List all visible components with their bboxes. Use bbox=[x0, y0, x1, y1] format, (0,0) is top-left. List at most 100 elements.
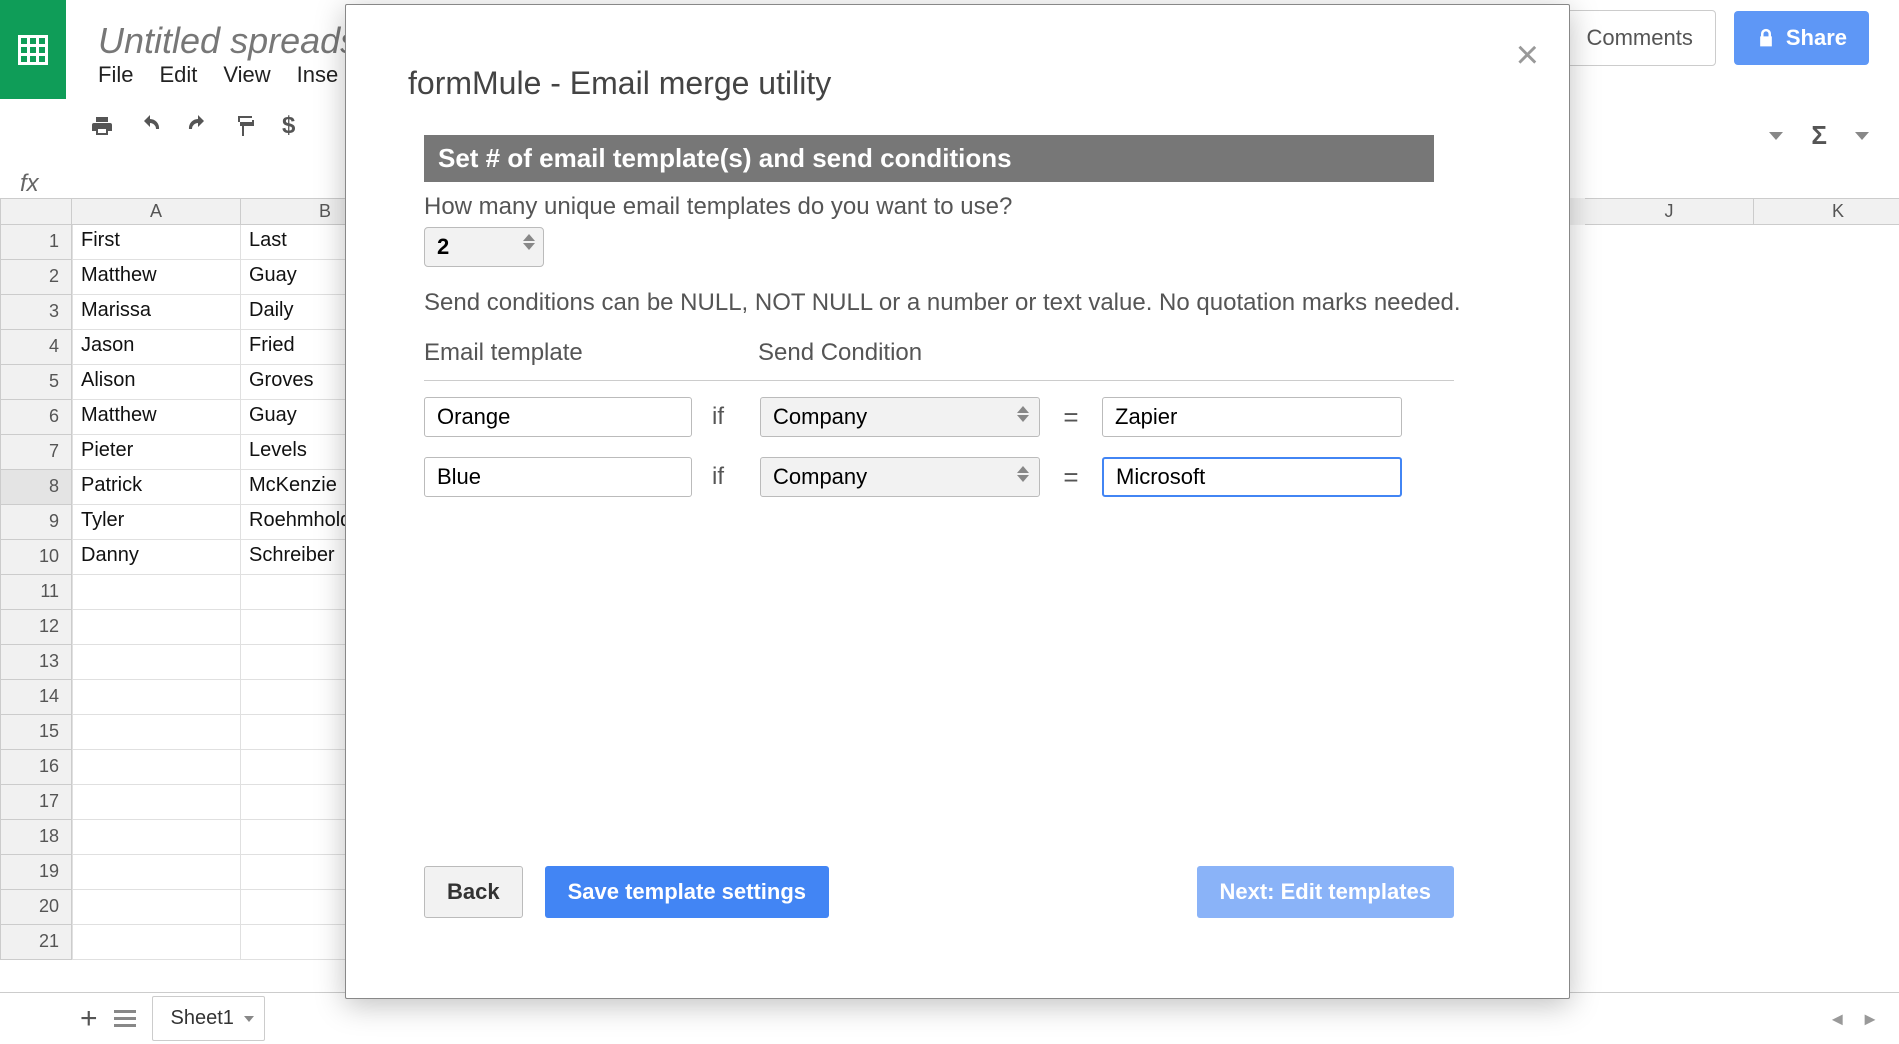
sheet-tab-1[interactable]: Sheet1 bbox=[152, 996, 265, 1041]
cell[interactable] bbox=[72, 855, 241, 890]
row-header[interactable]: 3 bbox=[0, 295, 72, 330]
row-header[interactable]: 15 bbox=[0, 715, 72, 750]
equals-label-2: = bbox=[1060, 462, 1082, 493]
stepper-arrows-icon[interactable] bbox=[523, 234, 535, 250]
dialog-footer: Back Save template settings Next: Edit t… bbox=[424, 866, 1454, 918]
lock-icon bbox=[1756, 27, 1776, 49]
menu-file[interactable]: File bbox=[98, 62, 133, 88]
row-header[interactable]: 18 bbox=[0, 820, 72, 855]
cell[interactable] bbox=[72, 575, 241, 610]
next-edit-templates-button[interactable]: Next: Edit templates bbox=[1197, 866, 1455, 918]
template-count-value: 2 bbox=[437, 234, 449, 260]
row-header[interactable]: 7 bbox=[0, 435, 72, 470]
row-header[interactable]: 2 bbox=[0, 260, 72, 295]
cell[interactable]: Patrick bbox=[72, 470, 241, 505]
comments-button[interactable]: Comments bbox=[1563, 10, 1715, 66]
cell[interactable]: Pieter bbox=[72, 435, 241, 470]
cell[interactable] bbox=[72, 645, 241, 680]
cell[interactable]: Alison bbox=[72, 365, 241, 400]
rule-row-1: if Company = bbox=[424, 397, 1402, 437]
condition-field-value-2: Company bbox=[773, 464, 867, 490]
functions-dropdown-caret-icon[interactable] bbox=[1855, 132, 1869, 140]
menu-view[interactable]: View bbox=[223, 62, 270, 88]
rule-row-2: if Company = bbox=[424, 457, 1402, 497]
cell[interactable] bbox=[72, 925, 241, 960]
functions-icon[interactable]: Σ bbox=[1811, 120, 1827, 151]
cell[interactable]: Jason bbox=[72, 330, 241, 365]
sheets-app-icon[interactable] bbox=[0, 0, 66, 99]
cell[interactable] bbox=[72, 750, 241, 785]
row-header[interactable]: 10 bbox=[0, 540, 72, 575]
template-count-stepper[interactable]: 2 bbox=[424, 227, 544, 267]
cell[interactable] bbox=[72, 785, 241, 820]
template-name-input-2[interactable] bbox=[424, 457, 692, 497]
cell[interactable] bbox=[72, 890, 241, 925]
condition-field-select-2[interactable]: Company bbox=[760, 457, 1040, 497]
equals-label-1: = bbox=[1060, 402, 1082, 433]
sheet-nav-arrows[interactable]: ◄ ► bbox=[1828, 1009, 1879, 1030]
row-header[interactable]: 20 bbox=[0, 890, 72, 925]
row-header[interactable]: 6 bbox=[0, 400, 72, 435]
template-count-question: How many unique email templates do you w… bbox=[424, 193, 1012, 221]
paint-format-icon[interactable] bbox=[234, 114, 258, 138]
menubar: File Edit View Inse bbox=[98, 62, 338, 88]
column-label-email-template: Email template bbox=[424, 339, 583, 367]
row-header[interactable]: 19 bbox=[0, 855, 72, 890]
filter-dropdown-caret-icon[interactable] bbox=[1769, 132, 1783, 140]
cell[interactable]: Matthew bbox=[72, 400, 241, 435]
row-header[interactable]: 14 bbox=[0, 680, 72, 715]
undo-icon[interactable] bbox=[138, 114, 162, 138]
row-header[interactable]: 17 bbox=[0, 785, 72, 820]
select-arrows-icon bbox=[1017, 406, 1029, 422]
column-header-k[interactable]: K bbox=[1754, 198, 1899, 225]
close-icon[interactable]: × bbox=[1516, 33, 1539, 78]
row-header[interactable]: 11 bbox=[0, 575, 72, 610]
save-template-settings-button[interactable]: Save template settings bbox=[545, 866, 829, 918]
cell[interactable] bbox=[72, 610, 241, 645]
condition-field-value-1: Company bbox=[773, 404, 867, 430]
row-header[interactable]: 5 bbox=[0, 365, 72, 400]
cell[interactable] bbox=[72, 715, 241, 750]
cell[interactable] bbox=[72, 680, 241, 715]
share-label: Share bbox=[1786, 25, 1847, 51]
print-icon[interactable] bbox=[90, 114, 114, 138]
row-header[interactable]: 21 bbox=[0, 925, 72, 960]
redo-icon[interactable] bbox=[186, 114, 210, 138]
cell[interactable] bbox=[72, 820, 241, 855]
row-header[interactable]: 4 bbox=[0, 330, 72, 365]
condition-field-select-1[interactable]: Company bbox=[760, 397, 1040, 437]
column-label-send-condition: Send Condition bbox=[758, 339, 922, 367]
cell[interactable]: Marissa bbox=[72, 295, 241, 330]
all-sheets-menu-icon[interactable] bbox=[114, 1010, 136, 1027]
row-header[interactable]: 16 bbox=[0, 750, 72, 785]
add-sheet-button[interactable]: + bbox=[80, 1002, 98, 1036]
cell[interactable]: Tyler bbox=[72, 505, 241, 540]
currency-format-icon[interactable]: $ bbox=[282, 112, 295, 140]
select-all-cell[interactable] bbox=[0, 198, 72, 225]
rule-divider bbox=[424, 380, 1454, 381]
row-header[interactable]: 8 bbox=[0, 470, 72, 505]
row-header[interactable]: 12 bbox=[0, 610, 72, 645]
menu-edit[interactable]: Edit bbox=[159, 62, 197, 88]
column-header-a[interactable]: A bbox=[72, 198, 241, 225]
template-name-input-1[interactable] bbox=[424, 397, 692, 437]
condition-value-input-2[interactable] bbox=[1102, 457, 1402, 497]
row-header[interactable]: 9 bbox=[0, 505, 72, 540]
cell[interactable]: First bbox=[72, 225, 241, 260]
row-header[interactable]: 1 bbox=[0, 225, 72, 260]
if-label-2: if bbox=[712, 463, 740, 491]
share-button[interactable]: Share bbox=[1734, 11, 1869, 65]
formmule-dialog: × formMule - Email merge utility Set # o… bbox=[345, 4, 1570, 999]
toolbar: $ bbox=[90, 112, 295, 140]
if-label-1: if bbox=[712, 403, 740, 431]
sheet-tabs-bar: + Sheet1 bbox=[0, 992, 1899, 1044]
condition-value-input-1[interactable] bbox=[1102, 397, 1402, 437]
back-button[interactable]: Back bbox=[424, 866, 523, 918]
dialog-title: formMule - Email merge utility bbox=[408, 65, 831, 102]
menu-insert[interactable]: Inse bbox=[297, 62, 339, 88]
cell[interactable]: Matthew bbox=[72, 260, 241, 295]
formula-bar-fx-label: fx bbox=[20, 170, 39, 198]
cell[interactable]: Danny bbox=[72, 540, 241, 575]
column-header-j[interactable]: J bbox=[1585, 198, 1754, 225]
row-header[interactable]: 13 bbox=[0, 645, 72, 680]
